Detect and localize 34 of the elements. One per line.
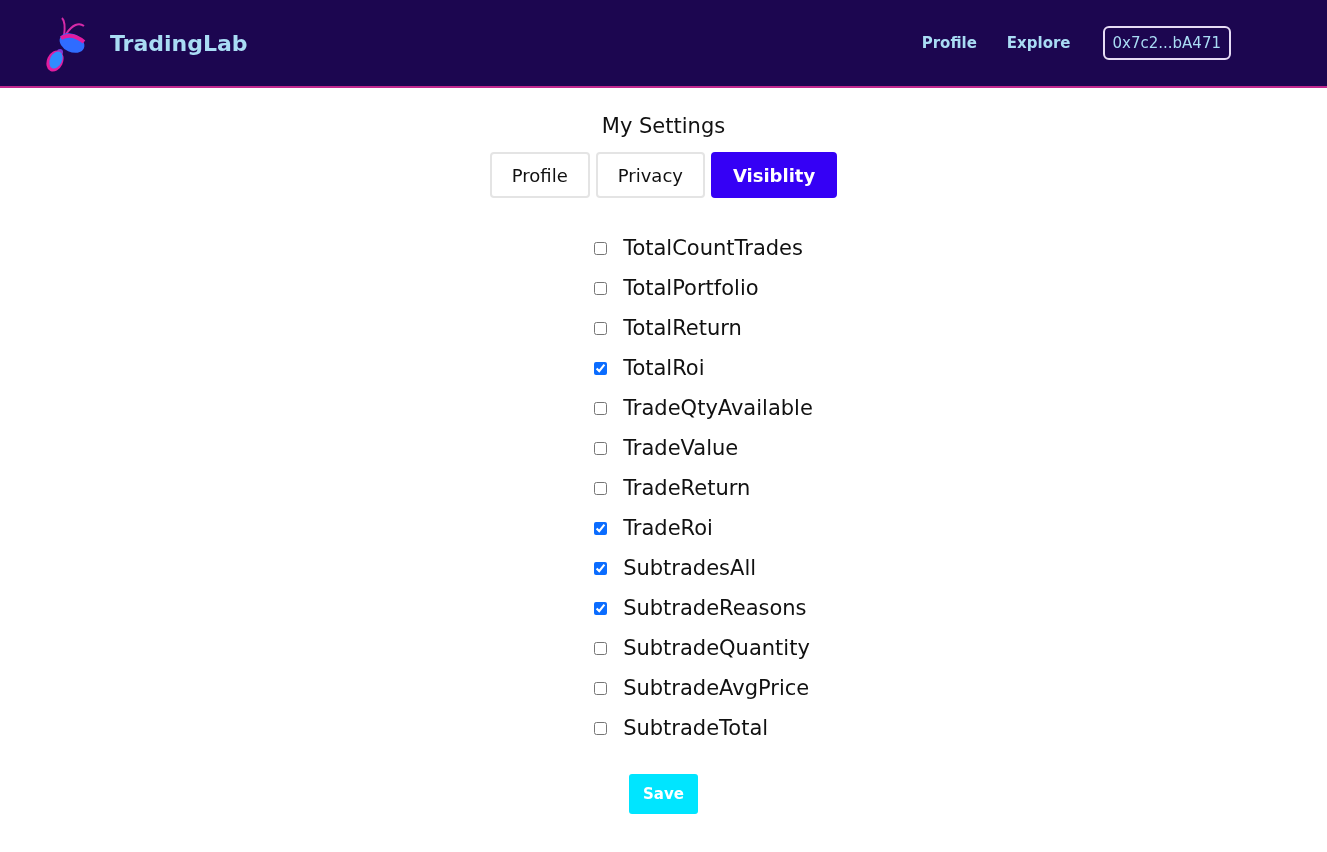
- checkbox[interactable]: [594, 241, 608, 255]
- nav-link[interactable]: Explore: [1006, 34, 1071, 52]
- checkbox[interactable]: [594, 401, 608, 415]
- option-label: TradeRoi: [623, 516, 713, 540]
- checkbox[interactable]: [594, 321, 608, 335]
- checkbox[interactable]: [594, 721, 608, 735]
- option-label: SubtradeReasons: [623, 596, 807, 620]
- settings-tab[interactable]: Profile: [489, 152, 590, 198]
- option-label: TotalRoi: [623, 356, 705, 380]
- checkbox[interactable]: [594, 601, 608, 615]
- option-label: TotalReturn: [623, 316, 742, 340]
- nav-link[interactable]: Profile: [921, 34, 977, 52]
- option-label: SubtradesAll: [623, 556, 757, 580]
- option-label: TradeQtyAvailable: [623, 396, 813, 420]
- checkbox[interactable]: [594, 481, 608, 495]
- checkbox[interactable]: [594, 521, 608, 535]
- option-label: SubtradeQuantity: [623, 636, 810, 660]
- settings-tab[interactable]: Privacy: [595, 152, 705, 198]
- option-label: TotalPortfolio: [623, 276, 759, 300]
- checkbox[interactable]: [594, 641, 608, 655]
- option-label: TotalCountTrades: [623, 236, 803, 260]
- checkbox[interactable]: [594, 281, 608, 295]
- brand-name[interactable]: TradingLab: [110, 30, 248, 56]
- checkbox[interactable]: [594, 361, 608, 375]
- option-label: SubtradeAvgPrice: [623, 676, 810, 700]
- checkbox[interactable]: [594, 681, 608, 695]
- checkbox[interactable]: [594, 561, 608, 575]
- option-label: TradeReturn: [623, 476, 751, 500]
- checkbox[interactable]: [594, 441, 608, 455]
- wallet-address-button[interactable]: 0x7c2...bA471: [1102, 26, 1231, 60]
- option-label: SubtradeTotal: [623, 716, 769, 740]
- settings-tab[interactable]: Visiblity: [710, 152, 838, 198]
- page-title: My Settings: [601, 114, 726, 138]
- option-label: TradeValue: [623, 436, 739, 460]
